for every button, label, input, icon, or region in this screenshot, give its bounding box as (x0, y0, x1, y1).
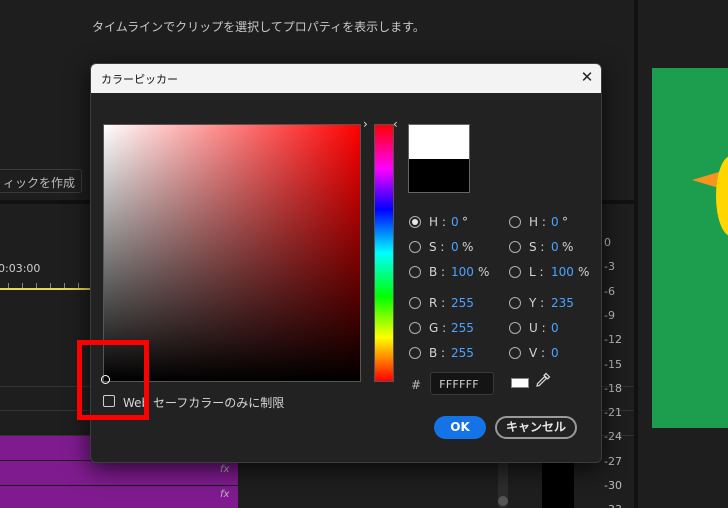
meter-scale-label: -15 (604, 357, 622, 371)
hsl-channel-label: S : (529, 240, 545, 254)
app-window: タイムラインでクリップを選択してプロパティを表示します。 ィックを作成 0:03… (0, 0, 728, 508)
hue-slider[interactable] (374, 124, 394, 382)
rgb-channel-value[interactable]: 255 (451, 321, 474, 335)
hex-hash-label: # (411, 378, 422, 392)
hsb-channel-value[interactable]: 0 (451, 215, 459, 229)
hsb-channel-label: S : (429, 240, 445, 254)
meter-scale-label: -33 (604, 503, 622, 508)
cancel-button[interactable]: キャンセル (495, 416, 577, 439)
fx-badge[interactable]: fx (220, 464, 229, 475)
program-monitor-preview (652, 68, 728, 428)
hsl-channel-value[interactable]: 0 (551, 240, 559, 254)
hsb-channel-unit: % (462, 240, 474, 254)
audio-meter (542, 460, 574, 508)
hsb-radio[interactable] (409, 266, 421, 278)
meter-scale-label: -30 (604, 479, 622, 492)
panel-divider-vertical[interactable] (634, 0, 638, 508)
new-color-swatch (408, 124, 470, 159)
hsb-channel-unit: ° (462, 215, 468, 229)
hsl-radio[interactable] (509, 241, 521, 253)
hsl-channel-unit: ° (562, 215, 568, 229)
yuv-channel-label: V : (529, 346, 546, 360)
rgb-channel-value[interactable]: 255 (451, 296, 474, 310)
yuv-channel-value[interactable]: 0 (551, 321, 559, 335)
yuv-radio[interactable] (509, 297, 521, 309)
timeline-clip[interactable] (0, 486, 238, 508)
hsl-channel-unit: % (578, 265, 590, 279)
annotation-highlight-box (77, 340, 149, 420)
make-subclip-button[interactable]: ィックを作成 (0, 169, 82, 193)
current-color-mini-swatch (511, 378, 529, 388)
dialog-titlebar[interactable]: カラーピッカー ✕ (91, 64, 601, 93)
hsb-channel-unit: % (478, 265, 490, 279)
rgb-radio[interactable] (409, 347, 421, 359)
properties-hint-text: タイムラインでクリップを選択してプロパティを表示します。 (92, 20, 425, 34)
meter-scale-label: -9 (604, 308, 615, 322)
rgb-channel-label: R : (429, 296, 446, 310)
close-icon[interactable]: ✕ (577, 67, 597, 87)
rgb-channel-label: B : (429, 346, 446, 360)
hsl-radio[interactable] (509, 266, 521, 278)
hsb-radio[interactable] (409, 216, 421, 228)
hsb-channel-label: B : (429, 265, 446, 279)
hsb-radio[interactable] (409, 241, 421, 253)
hsl-channel-value[interactable]: 0 (551, 215, 559, 229)
hsl-channel-unit: % (562, 240, 574, 254)
ok-button[interactable]: OK (434, 416, 486, 439)
hue-slider-arrow-right-icon[interactable]: ‹ (393, 117, 398, 131)
yuv-channel-label: U : (529, 321, 546, 335)
meter-scale-label: -27 (604, 454, 622, 468)
meter-scale-label: -21 (604, 406, 622, 420)
hsb-channel-value[interactable]: 0 (451, 240, 459, 254)
hsl-radio[interactable] (509, 216, 521, 228)
rgb-channel-value[interactable]: 255 (451, 346, 474, 360)
hsb-channel-label: H : (429, 215, 446, 229)
color-picker-dialog: カラーピッカー ✕ › ‹ H :0 ° S :0% B :100% H :0 ° S :0… (90, 63, 602, 463)
yuv-radio[interactable] (509, 347, 521, 359)
eyedropper-icon[interactable] (535, 372, 553, 390)
meter-scale-label: -18 (604, 381, 622, 395)
original-color-swatch[interactable] (408, 159, 470, 193)
hue-slider-arrow-left-icon[interactable]: › (363, 117, 368, 131)
yuv-channel-label: Y : (529, 296, 545, 310)
meter-scale-label: 0 (604, 236, 611, 249)
timeline-timecode: 0:03:00 (0, 262, 41, 275)
hsb-channel-value[interactable]: 100 (451, 265, 474, 279)
yuv-radio[interactable] (509, 322, 521, 334)
scrollbar-thumb[interactable] (498, 496, 508, 506)
yuv-channel-value[interactable]: 235 (551, 296, 574, 310)
timeline-clip[interactable] (0, 461, 238, 485)
hsl-channel-label: H : (529, 215, 546, 229)
fx-badge[interactable]: fx (220, 489, 229, 500)
hsl-channel-value[interactable]: 100 (551, 265, 574, 279)
rgb-channel-label: G : (429, 321, 447, 335)
timeline-ruler[interactable] (0, 280, 96, 290)
meter-scale-label: -12 (604, 333, 622, 347)
rgb-radio[interactable] (409, 297, 421, 309)
hsl-channel-label: L : (529, 265, 544, 279)
meter-scale-label: -3 (604, 260, 615, 274)
hex-input[interactable]: FFFFFF (430, 372, 494, 395)
dialog-title: カラーピッカー (101, 73, 178, 86)
meter-scale-label: -24 (604, 430, 622, 444)
rgb-radio[interactable] (409, 322, 421, 334)
meter-scale-label: -6 (604, 284, 615, 298)
yuv-channel-value[interactable]: 0 (551, 346, 559, 360)
